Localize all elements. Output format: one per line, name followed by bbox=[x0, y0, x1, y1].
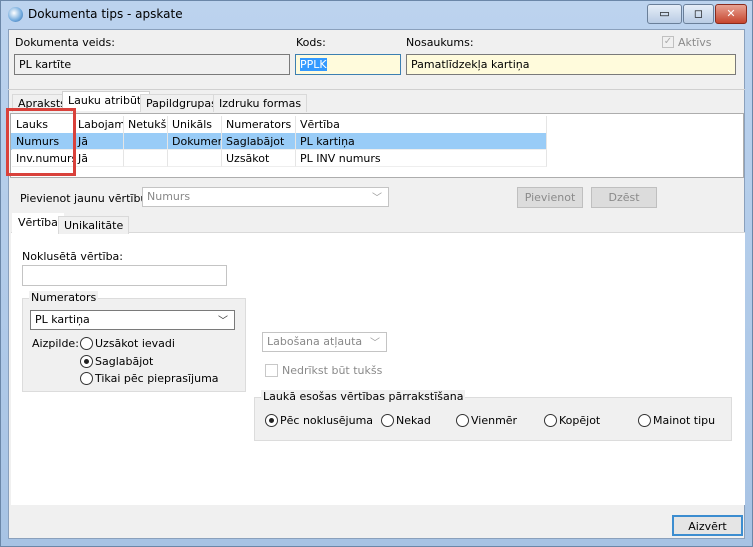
chevron-down-icon: ﹀ bbox=[370, 338, 380, 349]
table-cell[interactable] bbox=[168, 150, 222, 167]
table-cell[interactable] bbox=[124, 150, 168, 167]
column-header[interactable]: Labojams bbox=[74, 116, 124, 133]
numerator-combo-value: PL kartiņa bbox=[35, 313, 90, 326]
overwrite-option-label: Vienmēr bbox=[471, 414, 518, 427]
tab-vertiba[interactable]: Vērtība bbox=[12, 213, 64, 233]
code-label: Kods: bbox=[296, 36, 326, 49]
app-icon bbox=[8, 7, 23, 22]
maximize-button[interactable]: ◻ bbox=[683, 4, 714, 24]
table-cell[interactable] bbox=[124, 133, 168, 150]
fill-option-label: Uzsākot ievadi bbox=[95, 337, 175, 350]
column-header[interactable]: Netukšs bbox=[124, 116, 168, 133]
overwrite-option-label: Pēc noklusējuma bbox=[280, 414, 374, 427]
overwrite-option-label: Kopējot bbox=[559, 414, 601, 427]
name-field[interactable]: Pamatlīdzekļa kartiņa bbox=[406, 54, 736, 75]
overwrite-group-title: Laukā esošas vērtības pārrakstīšana bbox=[261, 390, 466, 403]
active-checkbox[interactable]: ✓ bbox=[662, 36, 674, 48]
overwrite-option-label: Nekad bbox=[396, 414, 431, 427]
tab-unikalitate[interactable]: Unikalitāte bbox=[58, 216, 130, 234]
overwrite-radio[interactable] bbox=[381, 414, 394, 427]
add-button[interactable]: Pievienot bbox=[517, 187, 583, 208]
not-empty-checkbox[interactable] bbox=[265, 364, 278, 377]
not-empty-label: Nedrīkst būt tukšs bbox=[282, 364, 383, 377]
fill-radio[interactable] bbox=[80, 354, 93, 368]
column-header[interactable]: Vērtība bbox=[296, 116, 547, 133]
highlight-box bbox=[6, 108, 76, 176]
name-label: Nosaukums: bbox=[406, 36, 474, 49]
numerator-combo[interactable]: PL kartiņa ﹀ bbox=[30, 310, 235, 330]
fill-option-label: Saglabājot bbox=[95, 354, 154, 368]
divider bbox=[8, 89, 745, 90]
delete-button[interactable]: Dzēst bbox=[591, 187, 657, 208]
add-value-combo-value: Numurs bbox=[147, 190, 191, 203]
doc-type-label: Dokumenta veids: bbox=[15, 36, 115, 49]
overwrite-radio[interactable] bbox=[456, 414, 469, 427]
edit-permission-combo[interactable]: Labošana atļauta ﹀ bbox=[262, 332, 387, 352]
overwrite-radio[interactable] bbox=[638, 414, 651, 427]
overwrite-radio[interactable] bbox=[265, 414, 278, 427]
chevron-down-icon: ﹀ bbox=[372, 193, 382, 204]
table-cell[interactable]: PL INV numurs bbox=[296, 150, 547, 167]
add-value-combo[interactable]: Numurs ﹀ bbox=[142, 187, 389, 207]
code-field[interactable]: PPLK bbox=[295, 54, 401, 75]
table-cell[interactable]: Jā bbox=[74, 133, 124, 150]
close-button[interactable]: Aizvērt bbox=[672, 515, 743, 536]
tab-izdruku-formas[interactable]: Izdruku formas bbox=[213, 94, 308, 112]
table-cell[interactable]: Jā bbox=[74, 150, 124, 167]
table-cell[interactable]: Dokument bbox=[168, 133, 222, 150]
close-window-button[interactable]: ✕ bbox=[715, 4, 747, 24]
doc-type-field[interactable]: PL kartīte bbox=[14, 54, 290, 75]
chevron-down-icon: ﹀ bbox=[218, 316, 228, 327]
overwrite-option-label: Mainot tipu bbox=[653, 414, 716, 427]
default-value-input[interactable] bbox=[22, 265, 227, 286]
overwrite-radio[interactable] bbox=[544, 414, 557, 427]
table-cell[interactable]: PL kartiņa bbox=[296, 133, 547, 150]
numerator-group-title: Numerators bbox=[29, 291, 99, 304]
table-cell[interactable]: Saglabājot bbox=[222, 133, 296, 150]
default-value-label: Noklusētā vērtība: bbox=[22, 250, 124, 263]
column-header[interactable]: Unikāls bbox=[168, 116, 222, 133]
fill-label: Aizpilde: bbox=[32, 337, 79, 350]
window-title: Dokumenta tips - apskate bbox=[28, 7, 183, 21]
code-value: PPLK bbox=[300, 58, 327, 71]
fill-option-label: Tikai pēc pieprasījuma bbox=[95, 372, 219, 385]
table-cell[interactable]: Uzsākot bbox=[222, 150, 296, 167]
tab-papildgrupas[interactable]: Papildgrupas bbox=[140, 94, 223, 112]
fill-radio[interactable] bbox=[80, 372, 93, 385]
edit-permission-value: Labošana atļauta bbox=[267, 335, 363, 348]
add-value-label: Pievienot jaunu vērtību: bbox=[20, 192, 152, 205]
column-header[interactable]: Numerators bbox=[222, 116, 296, 133]
active-label: Aktīvs bbox=[678, 36, 712, 49]
fill-radio[interactable] bbox=[80, 337, 93, 350]
minimize-button[interactable]: ▭ bbox=[647, 4, 682, 24]
